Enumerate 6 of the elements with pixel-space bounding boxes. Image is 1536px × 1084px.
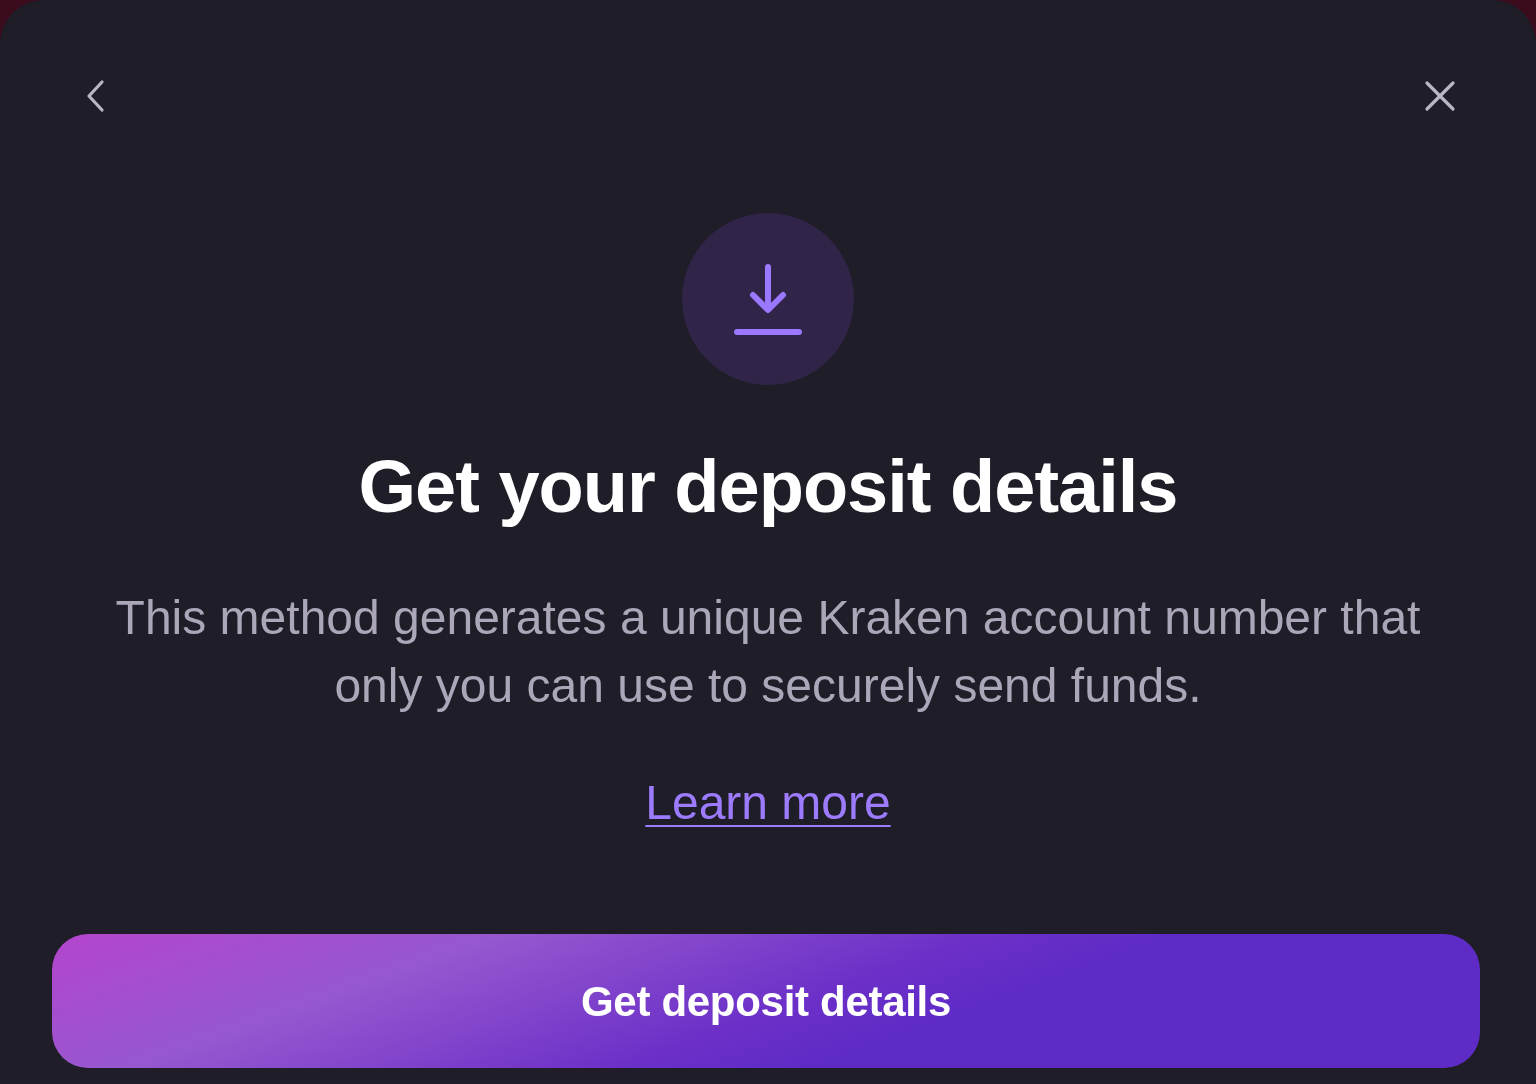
download-icon [682,213,854,385]
description-text: This method generates a unique Kraken account number that only you can use to securely send funds. [114,590,1422,714]
get-deposit-details-button[interactable]: Get deposit details [52,934,1480,1068]
learn-more-link[interactable]: Learn more [645,774,891,832]
close-icon[interactable] [1424,80,1456,112]
dialog-title: Get your deposit details [358,444,1178,530]
